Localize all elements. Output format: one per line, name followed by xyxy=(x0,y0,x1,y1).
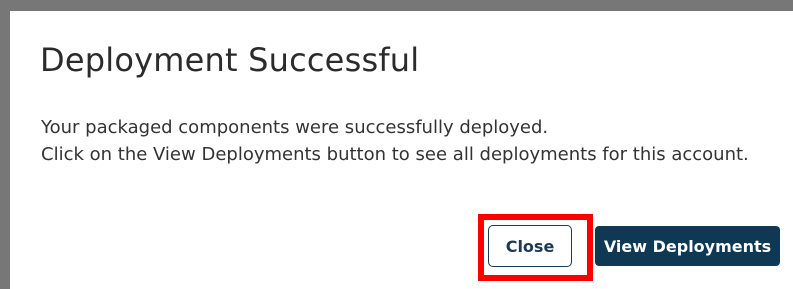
message-line-success: Your packaged components were successful… xyxy=(41,117,549,138)
view-deployments-button[interactable]: View Deployments xyxy=(595,226,780,266)
dialog-title: Deployment Successful xyxy=(40,41,420,79)
deployment-success-dialog: Deployment Successful Your packaged comp… xyxy=(10,11,793,289)
message-line-instructions: Click on the View Deployments button to … xyxy=(41,144,749,165)
dialog-message: Your packaged components were successful… xyxy=(41,114,761,168)
close-button[interactable]: Close xyxy=(488,225,572,267)
